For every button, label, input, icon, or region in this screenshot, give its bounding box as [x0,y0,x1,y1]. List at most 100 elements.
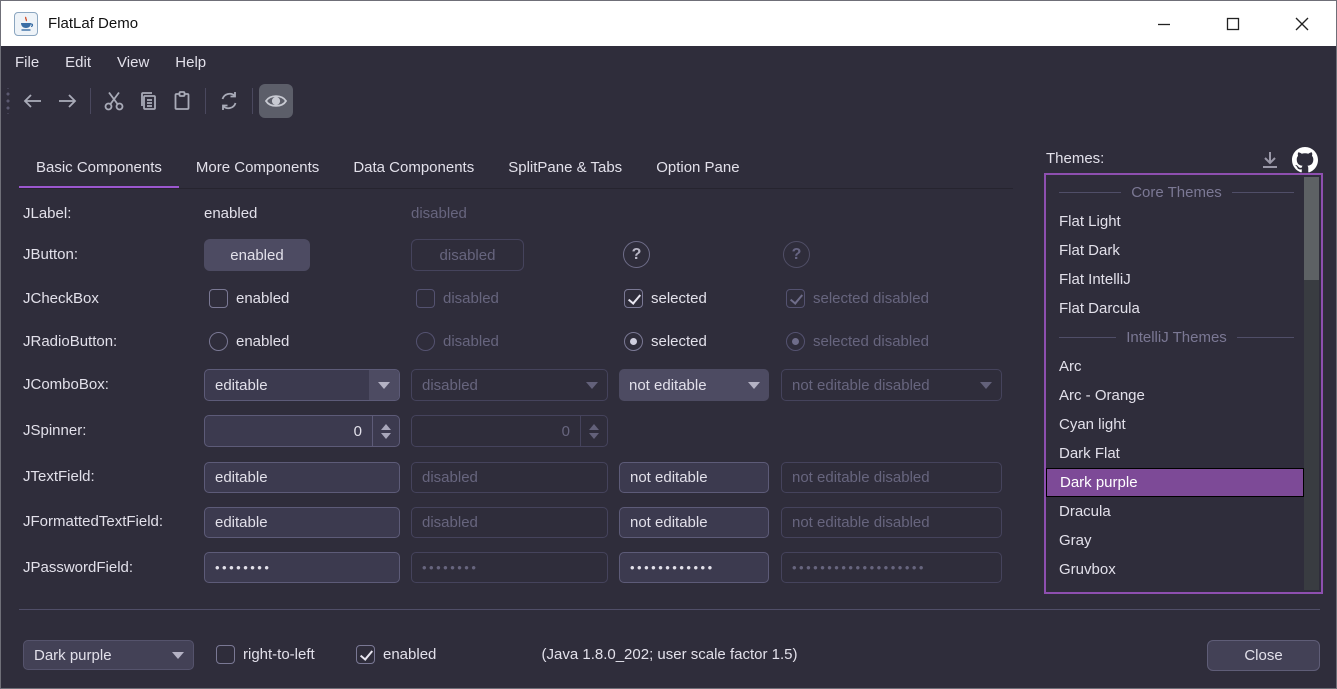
jtextfield-not-editable[interactable]: not editable [619,462,769,493]
jcombobox-not-editable[interactable]: not editable [619,369,769,401]
jlabel-enabled: enabled [204,203,257,225]
scrollbar-thumb[interactable] [1304,177,1319,280]
jspinner-enabled[interactable]: 0 [204,415,400,447]
row-label-jcombobox: JComboBox: [23,374,109,396]
chevron-down-icon[interactable] [739,369,769,401]
tab-option-pane[interactable]: Option Pane [639,146,756,189]
back-icon[interactable] [16,84,50,118]
row-label-jbutton: JButton: [23,244,78,266]
jspinner-disabled: 0 [411,415,608,447]
copy-icon[interactable] [131,84,165,118]
row-label-jtextfield: JTextField: [23,466,95,488]
toolbar-separator [252,88,253,114]
jradiobutton-enabled[interactable]: enabled [209,332,289,351]
jpasswordfield-disabled: •••••••• [411,552,608,583]
tool-bar [1,79,1336,123]
minimize-button[interactable] [1129,1,1198,46]
menu-file[interactable]: File [2,46,52,79]
radio-icon [416,332,435,351]
jformattedtextfield-not-editable[interactable]: not editable [619,507,769,538]
toolbar-separator [90,88,91,114]
jtextfield-editable[interactable]: editable [204,462,400,493]
tab-splitpane-tabs[interactable]: SplitPane & Tabs [491,146,639,189]
status-text: (Java 1.8.0_202; user scale factor 1.5) [1,646,1337,663]
maximize-button[interactable] [1198,1,1267,46]
chevron-down-icon [971,370,1001,400]
tab-more-components[interactable]: More Components [179,146,336,189]
theme-item-flat-intellij[interactable]: Flat IntelliJ [1046,265,1304,294]
theme-item-flat-dark[interactable]: Flat Dark [1046,236,1304,265]
theme-item-arc[interactable]: Arc [1046,352,1304,381]
toolbar-separator [205,88,206,114]
refresh-icon[interactable] [212,84,246,118]
java-cup-icon [14,12,38,36]
jpasswordfield-not-editable-disabled: ••••••••••••••••••• [781,552,1002,583]
theme-item-gruvbox[interactable]: Gruvbox [1046,555,1304,584]
themes-list: Core Themes Flat Light Flat Dark Flat In… [1044,173,1323,594]
row-label-jspinner: JSpinner: [23,420,86,442]
jcheckbox-selected[interactable]: selected [624,289,707,308]
close-button[interactable]: Close [1207,640,1320,671]
jpasswordfield-not-editable[interactable]: •••••••••••• [619,552,769,583]
menu-bar: File Edit View Help [1,46,1336,79]
menu-help[interactable]: Help [162,46,219,79]
jcombobox-disabled: disabled [411,369,608,401]
bottom-divider [19,609,1320,610]
theme-item-flat-darcula[interactable]: Flat Darcula [1046,294,1304,323]
row-label-jcheckbox: JCheckBox [23,288,99,310]
close-window-button[interactable] [1267,1,1336,46]
github-icon[interactable] [1292,147,1318,173]
theme-item-flat-light[interactable]: Flat Light [1046,207,1304,236]
jradiobutton-selected-disabled: selected disabled [786,332,929,351]
theme-item-dark-flat[interactable]: Dark Flat [1046,439,1304,468]
jcheckbox-disabled: disabled [416,289,499,308]
chevron-down-icon [577,370,607,400]
jbutton-help-disabled[interactable]: ? [783,241,810,268]
themes-label: Themes: [1046,150,1104,167]
paste-icon[interactable] [165,84,199,118]
radio-icon[interactable] [209,332,228,351]
radio-selected-icon[interactable] [624,332,643,351]
tab-basic-components[interactable]: Basic Components [19,146,179,189]
chevron-down-icon[interactable] [369,370,399,400]
theme-item-dark-purple[interactable]: Dark purple [1046,468,1304,497]
tab-data-components[interactable]: Data Components [336,146,491,189]
jbutton-enabled[interactable]: enabled [204,239,310,271]
jradiobutton-disabled: disabled [416,332,499,351]
forward-icon[interactable] [50,84,84,118]
menu-edit[interactable]: Edit [52,46,104,79]
window-title: FlatLaf Demo [48,15,138,32]
jformattedtextfield-editable[interactable]: editable [204,507,400,538]
jtextfield-not-editable-disabled: not editable disabled [781,462,1002,493]
checkbox-icon[interactable] [209,289,228,308]
jcheckbox-selected-disabled: selected disabled [786,289,929,308]
row-label-jpasswordfield: JPasswordField: [23,557,133,579]
checkbox-icon [416,289,435,308]
jtextfield-disabled: disabled [411,462,608,493]
jbutton-disabled[interactable]: disabled [411,239,524,271]
themes-scrollbar[interactable] [1304,177,1319,590]
jcheckbox-enabled[interactable]: enabled [209,289,289,308]
checkbox-checked-icon[interactable] [624,289,643,308]
cut-icon[interactable] [97,84,131,118]
theme-item-arc-orange[interactable]: Arc - Orange [1046,381,1304,410]
tab-divider [19,188,1013,189]
menu-view[interactable]: View [104,46,162,79]
spinner-arrows-icon[interactable] [372,416,399,446]
toolbar-grip[interactable] [6,88,10,114]
jradiobutton-selected[interactable]: selected [624,332,707,351]
theme-item-dracula[interactable]: Dracula [1046,497,1304,526]
jcombobox-editable[interactable]: editable [204,369,400,401]
jpasswordfield-editable[interactable]: •••••••• [204,552,400,583]
row-label-jformattedtextfield: JFormattedTextField: [23,511,163,533]
jcombobox-not-editable-disabled: not editable disabled [781,369,1002,401]
show-toggle-eye-icon[interactable] [259,84,293,118]
download-icon[interactable] [1258,148,1282,172]
theme-item-gray[interactable]: Gray [1046,526,1304,555]
radio-selected-icon [786,332,805,351]
list-separator: IntelliJ Themes [1046,323,1304,352]
jbutton-help[interactable]: ? [623,241,650,268]
theme-item-cyan-light[interactable]: Cyan light [1046,410,1304,439]
app-window: FlatLaf Demo File Edit View Help [0,0,1337,689]
checkbox-checked-icon [786,289,805,308]
